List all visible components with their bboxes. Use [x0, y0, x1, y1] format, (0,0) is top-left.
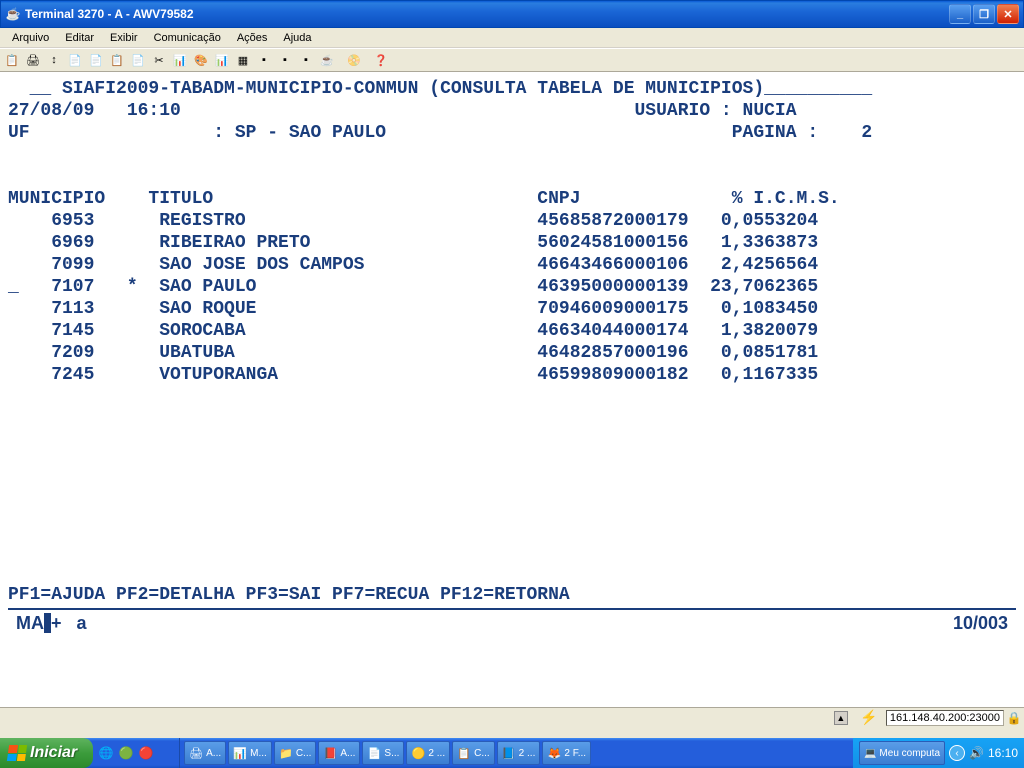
computer-icon: 💻 — [864, 748, 876, 759]
menu-bar: ArquivoEditarExibirComunicaçãoAçõesAjuda — [0, 28, 1024, 48]
menu-arquivo[interactable]: Arquivo — [4, 30, 57, 46]
system-tray: 💻 Meu computa ‹ 🔊 16:10 — [853, 738, 1024, 768]
quicklaunch-1[interactable]: 🟢 — [117, 742, 135, 764]
start-label: Iniciar — [30, 744, 77, 762]
task-label: 2 ... — [519, 748, 536, 759]
taskbar-tasks: 🖨A...📊M...📁C...📕A...📄S...🟡2 ...📋C...📘2 .… — [180, 738, 853, 768]
menu-comunicação[interactable]: Comunicação — [146, 30, 229, 46]
task-button-3[interactable]: 📕A... — [318, 741, 360, 765]
toolbar-button-11[interactable]: ▦ — [233, 50, 253, 70]
toolbar-button-6[interactable]: 📄 — [128, 50, 148, 70]
quicklaunch-3[interactable] — [157, 742, 175, 764]
toolbar-button-5[interactable]: 📋 — [107, 50, 127, 70]
task-icon: 📄 — [367, 746, 381, 760]
taskbar: Iniciar 🌐🟢🔴 🖨A...📊M...📁C...📕A...📄S...🟡2 … — [0, 738, 1024, 768]
task-label: A... — [206, 748, 221, 759]
toolbar-button-2[interactable]: ↕ — [44, 50, 64, 70]
task-label: 2 F... — [564, 748, 586, 759]
menu-exibir[interactable]: Exibir — [102, 30, 146, 46]
terminal-area[interactable]: __ SIAFI2009-TABADM-MUNICIPIO-CONMUN (CO… — [0, 72, 1024, 727]
task-icon: 🟡 — [411, 746, 425, 760]
oia-scroll-up[interactable]: ▲ — [834, 711, 848, 725]
task-icon: 📕 — [323, 746, 337, 760]
toolbar-button-8[interactable]: 📊 — [170, 50, 190, 70]
operator-info-area: ▲ ⚡ 161.148.40.200:23000 🔒 — [0, 707, 1024, 727]
minimize-button[interactable]: _ — [949, 4, 971, 24]
windows-flag-icon — [7, 745, 27, 761]
toolbar-button-12[interactable]: ▪ — [254, 50, 274, 70]
task-button-2[interactable]: 📁C... — [274, 741, 317, 765]
toolbar-button-4[interactable]: 📄 — [86, 50, 106, 70]
task-my-computer[interactable]: 💻 Meu computa — [859, 741, 945, 765]
task-button-0[interactable]: 🖨A... — [184, 741, 226, 765]
menu-ações[interactable]: Ações — [229, 30, 276, 46]
tray-icon[interactable]: 🔊 — [969, 746, 984, 760]
toolbar-button-17[interactable]: 📀 — [344, 50, 364, 70]
connection-icon: ⚡ — [854, 710, 884, 726]
tray-clock: 16:10 — [988, 746, 1018, 760]
toolbar-button-19[interactable]: ❓ — [371, 50, 391, 70]
task-icon: 🦊 — [547, 746, 561, 760]
task-button-6[interactable]: 📋C... — [452, 741, 495, 765]
toolbar-button-9[interactable]: 🎨 — [191, 50, 211, 70]
close-button[interactable]: ✕ — [997, 4, 1019, 24]
task-button-4[interactable]: 📄S... — [362, 741, 404, 765]
task-label: M... — [250, 748, 267, 759]
task-button-5[interactable]: 🟡2 ... — [406, 741, 450, 765]
toolbar: 📋🖨↕📄📄📋📄✂📊🎨📊▦▪▪▪☕📀❓ — [0, 48, 1024, 72]
toolbar-button-13[interactable]: ▪ — [275, 50, 295, 70]
quicklaunch-0[interactable]: 🌐 — [97, 742, 115, 764]
toolbar-button-15[interactable]: ☕ — [317, 50, 337, 70]
connection-address: 161.148.40.200:23000 — [886, 710, 1004, 726]
task-button-1[interactable]: 📊M... — [228, 741, 272, 765]
toolbar-button-10[interactable]: 📊 — [212, 50, 232, 70]
lock-icon: 🔒 — [1006, 711, 1022, 725]
toolbar-button-3[interactable]: 📄 — [65, 50, 85, 70]
task-button-7[interactable]: 📘2 ... — [497, 741, 541, 765]
quicklaunch-2[interactable]: 🔴 — [137, 742, 155, 764]
task-label: A... — [340, 748, 355, 759]
maximize-button[interactable]: ❐ — [973, 4, 995, 24]
task-icon: 📁 — [279, 746, 293, 760]
tray-expand-icon[interactable]: ‹ — [949, 745, 965, 761]
toolbar-button-14[interactable]: ▪ — [296, 50, 316, 70]
task-icon: 🖨 — [189, 746, 203, 760]
menu-editar[interactable]: Editar — [57, 30, 102, 46]
task-label: C... — [474, 748, 490, 759]
toolbar-button-1[interactable]: 🖨 — [23, 50, 43, 70]
java-icon: ☕ — [5, 6, 21, 22]
task-icon: 📊 — [233, 746, 247, 760]
toolbar-button-7[interactable]: ✂ — [149, 50, 169, 70]
window-titlebar: ☕ Terminal 3270 - A - AWV79582 _ ❐ ✕ — [0, 0, 1024, 28]
task-label: 2 ... — [428, 748, 445, 759]
window-title: Terminal 3270 - A - AWV79582 — [25, 7, 949, 21]
task-label: S... — [384, 748, 399, 759]
task-icon: 📋 — [457, 746, 471, 760]
menu-ajuda[interactable]: Ajuda — [275, 30, 319, 46]
status-line: MA + a10/003 — [8, 612, 1016, 634]
quick-launch: 🌐🟢🔴 — [93, 738, 180, 768]
task-icon: 📘 — [502, 746, 516, 760]
start-button[interactable]: Iniciar — [0, 738, 93, 768]
task-label: C... — [296, 748, 312, 759]
toolbar-button-0[interactable]: 📋 — [2, 50, 22, 70]
task-button-8[interactable]: 🦊2 F... — [542, 741, 591, 765]
